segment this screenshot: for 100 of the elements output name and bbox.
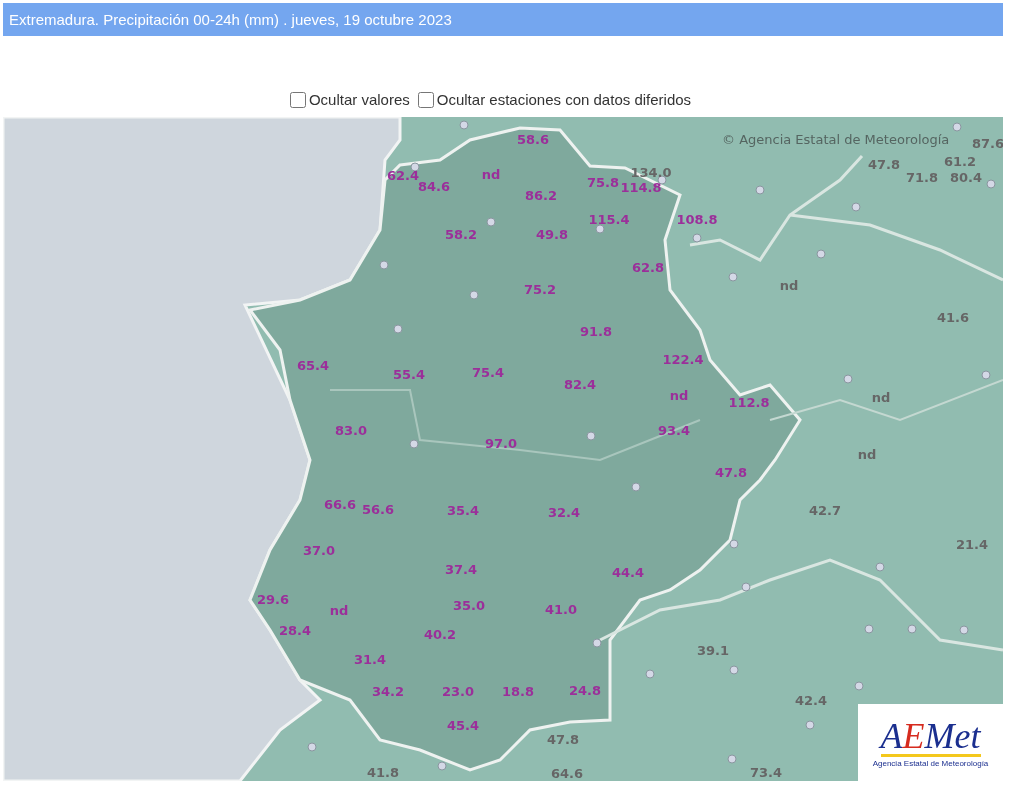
station-dot (631, 482, 641, 492)
station-dot (469, 290, 479, 300)
station-dot (307, 742, 317, 752)
station-dot (486, 217, 496, 227)
station-value: 28.4 (278, 622, 312, 638)
station-value: nd (669, 387, 689, 403)
station-value: 56.6 (361, 501, 395, 517)
station-value: 29.6 (256, 591, 290, 607)
map-title: Extremadura. Precipitación 00-24h (mm) . jueves, 19 octubre 2023 (9, 11, 452, 28)
station-value: 47.8 (714, 464, 748, 480)
station-value: 24.8 (568, 682, 602, 698)
checkbox[interactable] (417, 91, 434, 108)
station-dot (595, 224, 605, 234)
station-value: 35.4 (446, 502, 480, 518)
station-dot (379, 260, 389, 270)
station-value: 66.6 (323, 496, 357, 512)
station-value: 37.0 (302, 542, 336, 558)
station-value: 122.4 (662, 351, 704, 367)
station-dot (645, 669, 655, 679)
station-value: 47.8 (546, 731, 580, 747)
station-value: 61.2 (943, 153, 977, 169)
station-value: 86.2 (524, 187, 558, 203)
station-dot (410, 162, 420, 172)
station-value: 87.6 (971, 135, 1003, 151)
station-dot (755, 185, 765, 195)
station-value: 75.4 (471, 364, 505, 380)
checkbox[interactable] (289, 91, 306, 108)
station-value: nd (481, 166, 501, 182)
station-value: nd (857, 446, 877, 462)
checkbox-label: Ocultar estaciones con datos diferidos (436, 91, 692, 108)
station-dot (816, 249, 826, 259)
station-value: 62.4 (386, 167, 420, 183)
station-dot (727, 754, 737, 764)
station-value: 64.6 (550, 765, 584, 781)
station-value: 45.4 (446, 717, 480, 733)
station-value: 23.0 (441, 683, 475, 699)
station-value: 134.0 (630, 164, 672, 180)
station-value: 75.2 (523, 281, 557, 297)
station-value: 115.4 (588, 211, 630, 227)
station-dot (592, 638, 602, 648)
station-value: 41.6 (936, 309, 970, 325)
station-value: 55.4 (392, 366, 426, 382)
station-value: 31.4 (353, 651, 387, 667)
station-value: 32.4 (547, 504, 581, 520)
station-value: 42.7 (808, 502, 842, 518)
checkbox-label: Ocultar valores (308, 91, 410, 108)
station-dot (875, 562, 885, 572)
station-dot (729, 665, 739, 675)
station-value: nd (329, 602, 349, 618)
station-value: 65.4 (296, 357, 330, 373)
station-dot (843, 374, 853, 384)
station-value: nd (871, 389, 891, 405)
station-value: 84.6 (417, 178, 451, 194)
station-dot (586, 431, 596, 441)
attribution: © Agencia Estatal de Meteorología (722, 132, 950, 147)
station-dot (741, 582, 751, 592)
station-value: 34.2 (371, 683, 405, 699)
station-value: 58.6 (516, 131, 550, 147)
station-value: 18.8 (501, 683, 535, 699)
station-value: 97.0 (484, 435, 518, 451)
station-dot (981, 370, 991, 380)
station-value: 21.4 (955, 536, 989, 552)
station-dot (986, 179, 996, 189)
station-dot (393, 324, 403, 334)
station-value: 37.4 (444, 561, 478, 577)
station-value: 49.8 (535, 226, 569, 242)
station-value: 112.8 (728, 394, 770, 410)
station-dot (692, 233, 702, 243)
station-dot (854, 681, 864, 691)
station-value: nd (779, 277, 799, 293)
station-value: 82.4 (563, 376, 597, 392)
station-value: 83.0 (334, 422, 368, 438)
station-value: 41.0 (544, 601, 578, 617)
station-value: 42.4 (794, 692, 828, 708)
station-value: 75.8 (586, 174, 620, 190)
station-dot (729, 539, 739, 549)
station-dot (409, 439, 419, 449)
station-value: 73.4 (749, 764, 783, 780)
station-value: 40.2 (423, 626, 457, 642)
station-dot (657, 175, 667, 185)
station-dot (952, 122, 962, 132)
logo-wordmark: AEMet (880, 717, 981, 757)
station-dot (437, 761, 447, 771)
station-value: 93.4 (657, 422, 691, 438)
station-value: 91.8 (579, 323, 613, 339)
station-value: 39.1 (696, 642, 730, 658)
station-value: 114.8 (620, 179, 662, 195)
station-dot (459, 120, 469, 130)
station-dot (864, 624, 874, 634)
station-value: 80.4 (949, 169, 983, 185)
station-value: 47.8 (867, 156, 901, 172)
station-dot (728, 272, 738, 282)
station-value: 58.2 (444, 226, 478, 242)
station-dot (959, 625, 969, 635)
station-value: 41.8 (366, 764, 400, 780)
station-dot (805, 720, 815, 730)
station-value: 108.8 (676, 211, 718, 227)
logo-caption: Agencia Estatal de Meteorología (872, 758, 989, 768)
station-value: 71.8 (905, 169, 939, 185)
station-value: 35.0 (452, 597, 486, 613)
